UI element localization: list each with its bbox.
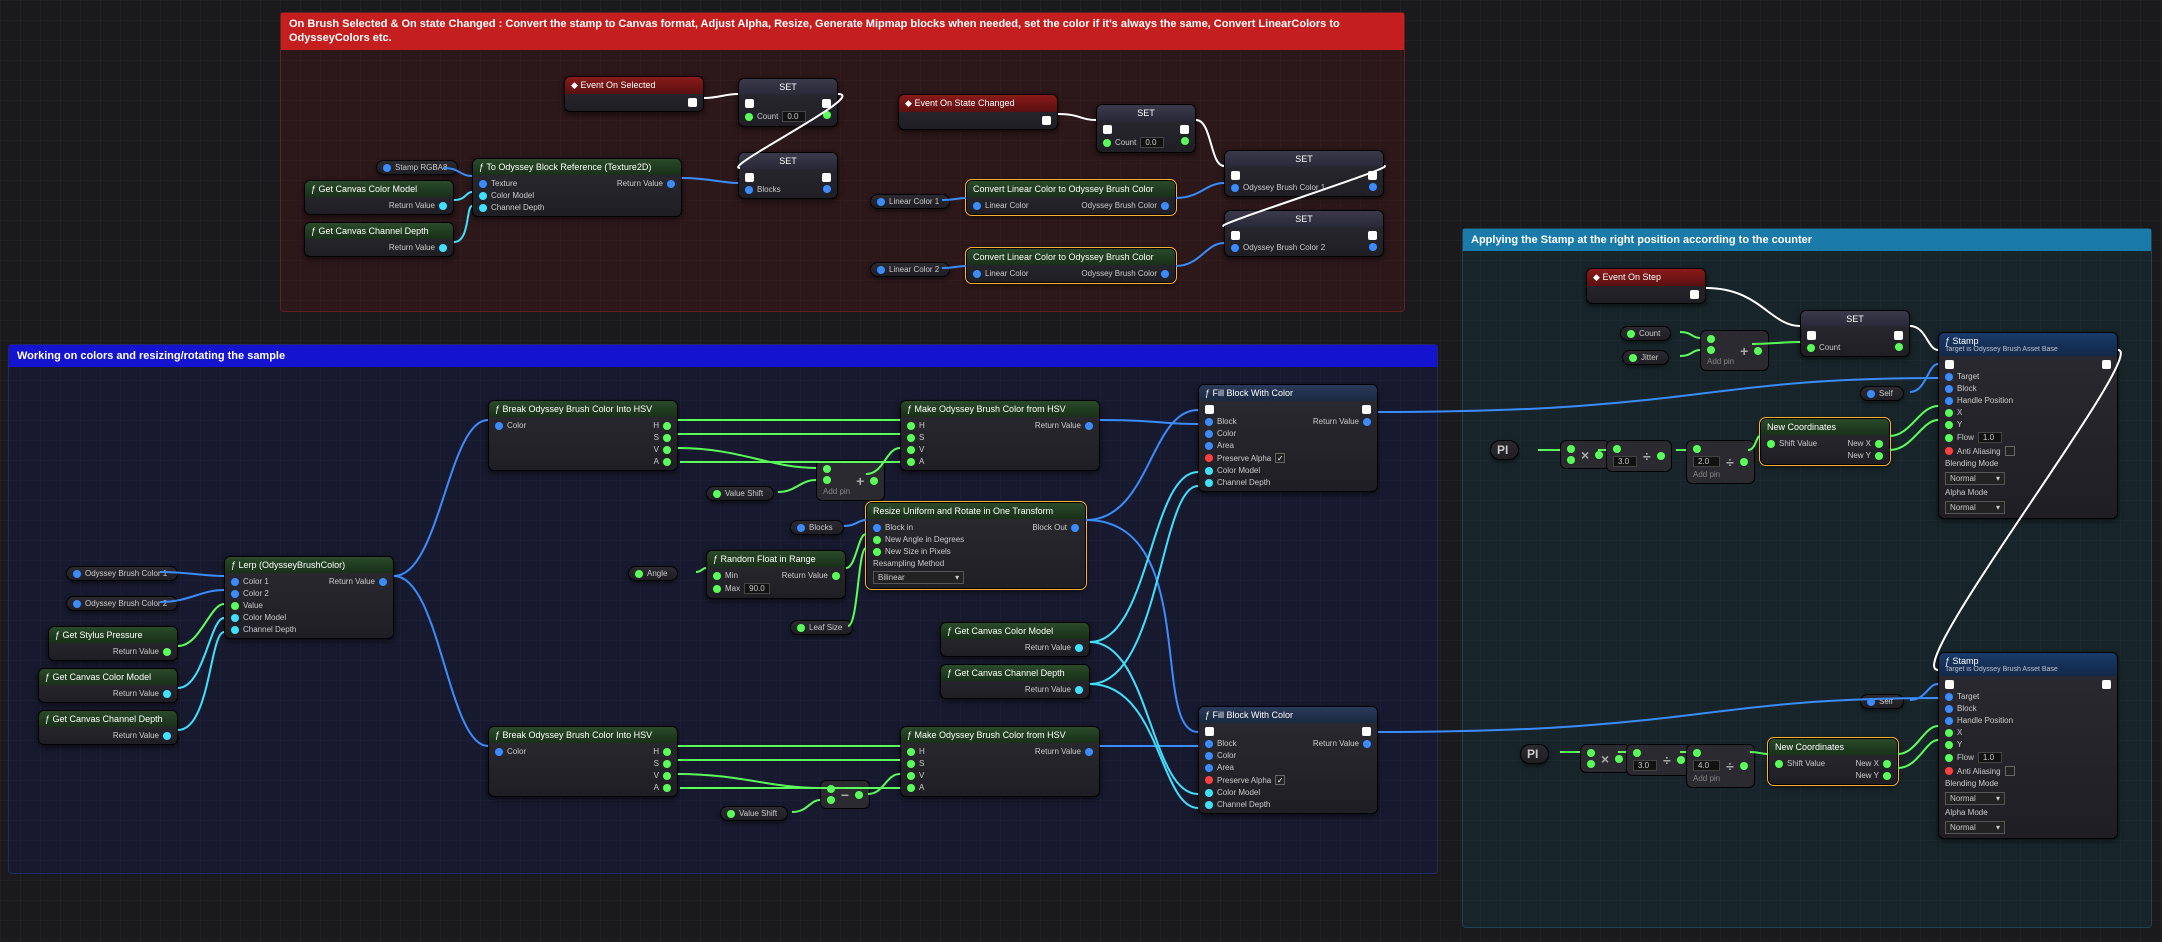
event-icon: ◆ bbox=[905, 98, 912, 108]
checkbox-aa[interactable] bbox=[2005, 766, 2015, 776]
node-div-3[interactable]: 3.0 ÷ bbox=[1606, 440, 1672, 472]
node-stamp-1[interactable]: ƒ StampTarget is Odyssey Brush Asset Bas… bbox=[1938, 332, 2118, 519]
node-stamp-2[interactable]: ƒ StampTarget is Odyssey Brush Asset Bas… bbox=[1938, 652, 2118, 839]
node-break-hsv-1[interactable]: ƒ Break Odyssey Brush Color Into HSV Col… bbox=[488, 400, 678, 471]
node-get-canvas-channel-depth-2[interactable]: ƒ Get Canvas Channel Depth Return Value bbox=[38, 710, 178, 745]
node-break-hsv-2[interactable]: ƒ Break Odyssey Brush Color Into HSV Col… bbox=[488, 726, 678, 797]
node-div-2[interactable]: 2.0Add pin ÷ bbox=[1686, 440, 1755, 484]
region-header: On Brush Selected & On state Changed : C… bbox=[281, 13, 1404, 50]
event-icon: ◆ bbox=[571, 80, 578, 90]
checkbox-preserve-alpha[interactable]: ✓ bbox=[1275, 453, 1285, 463]
var-obc1[interactable]: Odyssey Brush Color 1 bbox=[66, 566, 178, 581]
node-get-stylus-pressure[interactable]: ƒ Get Stylus Pressure Return Value bbox=[48, 626, 178, 661]
var-blocks[interactable]: Blocks bbox=[790, 520, 844, 535]
checkbox-aa[interactable] bbox=[2005, 446, 2015, 456]
dropdown-blending[interactable]: Normal bbox=[1945, 472, 2005, 485]
node-get-canvas-color-model-1[interactable]: ƒ Get Canvas Color Model Return Value bbox=[304, 180, 454, 215]
node-event-on-selected[interactable]: ◆ Event On Selected bbox=[564, 76, 704, 112]
node-get-canvas-channel-depth-3[interactable]: ƒ Get Canvas Channel Depth Return Value bbox=[940, 664, 1090, 699]
dropdown-alpha[interactable]: Normal bbox=[1945, 501, 2005, 514]
var-count[interactable]: Count bbox=[1620, 326, 1671, 341]
node-new-coordinates-2[interactable]: New Coordinates Shift Value New X New Y bbox=[1768, 738, 1898, 785]
var-stamp-rgba8[interactable]: Stamp RGBA8 bbox=[376, 160, 458, 175]
var-self-2[interactable]: Self bbox=[1860, 694, 1904, 709]
var-jitter[interactable]: Jitter bbox=[1622, 350, 1669, 365]
node-event-on-step[interactable]: ◆ Event On Step bbox=[1586, 268, 1706, 304]
node-div-3b[interactable]: 3.0 ÷ bbox=[1626, 744, 1692, 776]
node-set-blocks[interactable]: SET Blocks bbox=[738, 152, 838, 199]
var-value-shift-1[interactable]: Value Shift bbox=[706, 486, 774, 501]
event-icon: ◆ bbox=[1593, 272, 1600, 282]
var-angle[interactable]: Angle bbox=[628, 566, 678, 581]
dropdown-blending[interactable]: Normal bbox=[1945, 792, 2005, 805]
node-mul-2[interactable]: × bbox=[1580, 744, 1630, 773]
node-get-canvas-color-model-2[interactable]: ƒ Get Canvas Color Model Return Value bbox=[38, 668, 178, 703]
node-set-obc2[interactable]: SET Odyssey Brush Color 2 bbox=[1224, 210, 1384, 257]
node-set-obc1[interactable]: SET Odyssey Brush Color 1 bbox=[1224, 150, 1384, 197]
var-linear-color-2[interactable]: Linear Color 2 bbox=[870, 262, 950, 277]
node-to-odyssey-block-ref[interactable]: ƒ To Odyssey Block Reference (Texture2D)… bbox=[472, 158, 682, 217]
node-event-on-state-changed[interactable]: ◆ Event On State Changed bbox=[898, 94, 1058, 130]
node-convert-linear-1[interactable]: Convert Linear Color to Odyssey Brush Co… bbox=[966, 180, 1176, 215]
var-obc2[interactable]: Odyssey Brush Color 2 bbox=[66, 596, 178, 611]
node-get-canvas-channel-depth-1[interactable]: ƒ Get Canvas Channel Depth Return Value bbox=[304, 222, 454, 257]
node-plus-1[interactable]: Add pin + bbox=[816, 460, 885, 501]
node-make-hsv-1[interactable]: ƒ Make Odyssey Brush Color from HSV H S … bbox=[900, 400, 1100, 471]
node-fill-block-2[interactable]: ƒ Fill Block With Color Block Color Area… bbox=[1198, 706, 1378, 814]
var-pi-2[interactable]: PI bbox=[1520, 744, 1549, 764]
checkbox-preserve-alpha[interactable]: ✓ bbox=[1275, 775, 1285, 785]
node-fill-block-1[interactable]: ƒ Fill Block With Color Block Color Area… bbox=[1198, 384, 1378, 492]
node-make-hsv-2[interactable]: ƒ Make Odyssey Brush Color from HSV H S … bbox=[900, 726, 1100, 797]
node-set-count-1[interactable]: SET Count0.0 bbox=[738, 78, 838, 127]
node-minus-1[interactable]: − bbox=[820, 780, 870, 809]
node-lerp[interactable]: ƒ Lerp (OdysseyBrushColor) Color 1 Color… bbox=[224, 556, 394, 639]
node-random-float[interactable]: ƒ Random Float in Range Min Max90.0 Retu… bbox=[706, 550, 846, 599]
var-leaf-size[interactable]: Leaf Size bbox=[790, 620, 853, 635]
var-linear-color-1[interactable]: Linear Color 1 bbox=[870, 194, 950, 209]
var-value-shift-2[interactable]: Value Shift bbox=[720, 806, 788, 821]
node-resize-rotate[interactable]: Resize Uniform and Rotate in One Transfo… bbox=[866, 502, 1086, 589]
node-set-count-2[interactable]: SET Count0.0 bbox=[1096, 104, 1196, 153]
region-header: Working on colors and resizing/rotating … bbox=[9, 345, 1437, 367]
region-header: Applying the Stamp at the right position… bbox=[1463, 229, 2151, 251]
dropdown-alpha[interactable]: Normal bbox=[1945, 821, 2005, 834]
var-self-1[interactable]: Self bbox=[1860, 386, 1904, 401]
node-get-canvas-color-model-3[interactable]: ƒ Get Canvas Color Model Return Value bbox=[940, 622, 1090, 657]
var-pi-1[interactable]: PI bbox=[1490, 440, 1519, 460]
node-new-coordinates-1[interactable]: New Coordinates Shift Value New X New Y bbox=[1760, 418, 1890, 465]
node-plus-counter[interactable]: Add pin + bbox=[1700, 330, 1769, 371]
node-div-4[interactable]: 4.0Add pin ÷ bbox=[1686, 744, 1755, 788]
node-set-count-step[interactable]: SET Count bbox=[1800, 310, 1910, 357]
node-mul-1[interactable]: × bbox=[1560, 440, 1610, 469]
node-convert-linear-2[interactable]: Convert Linear Color to Odyssey Brush Co… bbox=[966, 248, 1176, 283]
dropdown-resampling[interactable]: Bilinear bbox=[873, 571, 964, 584]
